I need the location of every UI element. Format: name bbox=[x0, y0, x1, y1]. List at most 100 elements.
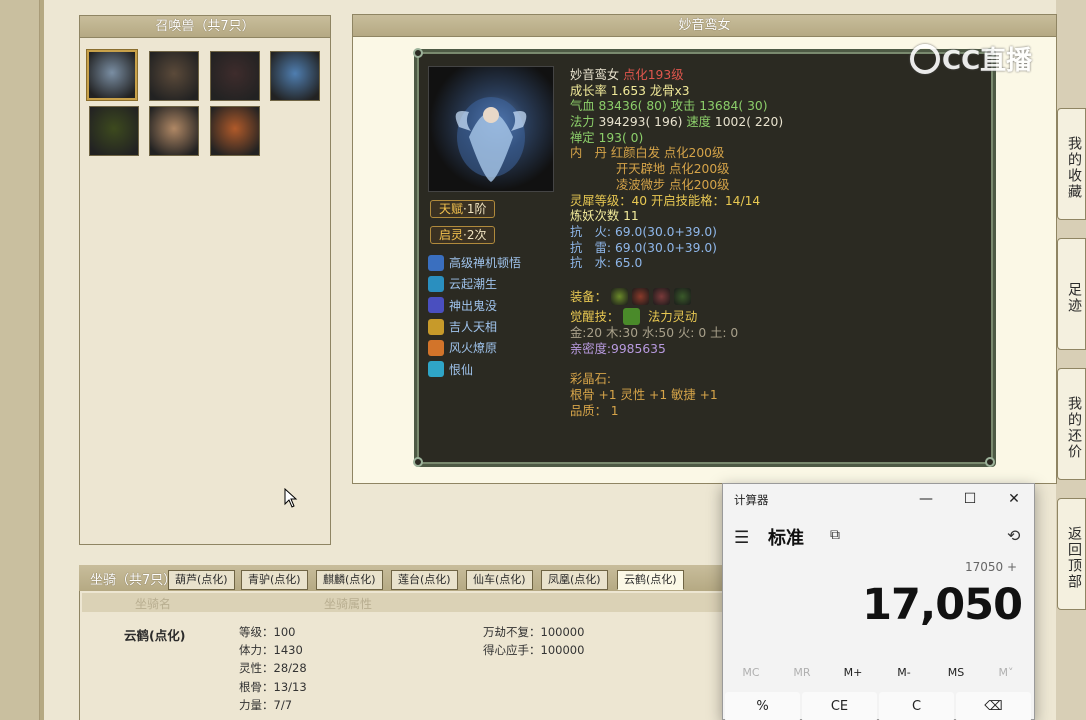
close-button[interactable]: ✕ bbox=[1002, 488, 1026, 510]
pet-stats: 妙音鸾女 点化193级 成长率 1.653 龙骨x3 气血 83436( 80)… bbox=[570, 68, 980, 419]
calculator-display: 17,050 bbox=[862, 580, 1023, 630]
mount-column-header: 坐骑名 坐骑属性 bbox=[82, 593, 776, 612]
pet-portrait bbox=[428, 66, 554, 192]
skill-label: 云起潮生 bbox=[449, 277, 498, 292]
mount-tab[interactable]: 云鹤(点化) bbox=[617, 570, 684, 590]
pet-thumbnail[interactable] bbox=[210, 51, 260, 101]
keep-on-top-icon[interactable]: ⧉ bbox=[830, 527, 840, 543]
pet-thumbnail[interactable] bbox=[149, 51, 199, 101]
mount-tab[interactable]: 仙车(点化) bbox=[466, 570, 533, 590]
resist-fire: 抗 火: 69.0(30.0+39.0) bbox=[570, 224, 717, 239]
mount-attr: 体力：1430 bbox=[239, 643, 303, 658]
ce-key[interactable]: CE bbox=[802, 692, 877, 720]
m-plus-button[interactable]: M+ bbox=[833, 666, 873, 679]
backspace-key[interactable]: ⌫ bbox=[956, 692, 1031, 720]
mount-tab[interactable]: 莲台(点化) bbox=[391, 570, 458, 590]
pet-thumbnail[interactable] bbox=[270, 51, 320, 101]
dianhua-level: 点化193级 bbox=[623, 68, 684, 82]
gem-label: 彩晶石: bbox=[570, 372, 612, 387]
calculator-mode: 标准 bbox=[768, 528, 804, 549]
mp-value: 394293( 196) bbox=[598, 115, 683, 130]
equip-line: 装备： bbox=[570, 287, 980, 308]
quality: 品质： 1 bbox=[570, 403, 619, 418]
intimacy: 亲密度:9985635 bbox=[570, 341, 666, 356]
calculator-title: 计算器 bbox=[734, 493, 769, 507]
qiling-tag-label: 启灵 bbox=[439, 228, 464, 242]
skill-icon bbox=[428, 275, 444, 292]
c-key[interactable]: C bbox=[879, 692, 954, 720]
mount-tab[interactable]: 凤凰(点化) bbox=[541, 570, 608, 590]
skill-icon bbox=[428, 254, 444, 271]
watermark-logo-icon bbox=[910, 43, 940, 74]
skill-label: 高级禅机顿悟 bbox=[449, 256, 522, 271]
skill-label: 神出鬼没 bbox=[449, 298, 498, 313]
pets-panel-title: 召唤兽（共7只） bbox=[80, 16, 330, 38]
equip-label: 装备： bbox=[570, 289, 607, 304]
calculator-window: 计算器 — ☐ ✕ ☰ 标准 ⧉ ⟲ 17050 + 17,050 MC MR … bbox=[722, 483, 1035, 720]
spd-label: 速度 bbox=[686, 115, 711, 130]
mc-button[interactable]: MC bbox=[731, 666, 771, 679]
pet-thumbnail[interactable] bbox=[210, 106, 260, 156]
skill-label: 吉人天相 bbox=[449, 320, 498, 335]
mouse-cursor-icon bbox=[284, 488, 298, 508]
growth-rate: 成长率 1.653 龙骨x3 bbox=[570, 83, 690, 98]
elements: 金:20 木:30 水:50 火: 0 土: 0 bbox=[570, 325, 739, 340]
menu-icon[interactable]: ☰ bbox=[734, 528, 749, 548]
pet-figure-icon bbox=[455, 97, 527, 182]
card-corner-ornament bbox=[413, 48, 423, 58]
atk-label: 攻击 bbox=[670, 99, 696, 114]
skill-item: 恨仙 bbox=[428, 358, 521, 379]
maximize-button[interactable]: ☐ bbox=[958, 488, 982, 510]
neidan-2: 开天辟地 点化200级 bbox=[616, 162, 730, 177]
side-tab-history[interactable]: 足迹 bbox=[1057, 238, 1086, 350]
neidan-1: 红颜白发 点化200级 bbox=[610, 146, 725, 161]
col-mount-attr: 坐骑属性 bbox=[324, 597, 373, 611]
skill-item: 吉人天相 bbox=[428, 316, 521, 337]
neidan-3: 凌波微步 点化200级 bbox=[616, 177, 730, 192]
hp-atk-line: 气血 83436( 80) 攻击 13684( 30) bbox=[570, 99, 980, 115]
neidan-line-1: 内 丹 红颜白发 点化200级 bbox=[570, 146, 980, 162]
pet-thumbnail[interactable] bbox=[89, 106, 139, 156]
watermark-text: CC直播 bbox=[942, 46, 1033, 76]
col-mount-name: 坐骑名 bbox=[135, 597, 172, 611]
skill-list: 高级禅机顿悟 云起潮生 神出鬼没 吉人天相 风火燎原 恨仙 bbox=[428, 252, 521, 380]
mount-name: 云鹤(点化) bbox=[124, 628, 186, 643]
watermark: CC直播 bbox=[910, 40, 1032, 77]
mount-attr: 灵性：28/28 bbox=[239, 661, 307, 676]
mount-attr: 力量：7/7 bbox=[239, 697, 293, 712]
mount-attr: 等级：100 bbox=[239, 625, 296, 639]
m-minus-button[interactable]: M- bbox=[884, 666, 924, 679]
awaken-skill-icon bbox=[623, 307, 641, 325]
side-tab-back-to-top[interactable]: 返回顶部 bbox=[1057, 498, 1086, 610]
mount-tab[interactable]: 青驴(点化) bbox=[241, 570, 308, 590]
mount-extra-attr: 得心应手：100000 bbox=[483, 643, 585, 658]
mount-tab[interactable]: 葫芦(点化) bbox=[168, 570, 235, 590]
ms-button[interactable]: MS bbox=[936, 666, 976, 679]
pet-thumbnail[interactable] bbox=[87, 50, 137, 100]
equip-icon[interactable] bbox=[673, 287, 691, 305]
side-tab-bargain[interactable]: 我的还价 bbox=[1057, 368, 1086, 480]
mount-tab[interactable]: 麒麟(点化) bbox=[316, 570, 383, 590]
detail-panel-title: 妙音鸾女 bbox=[353, 15, 1056, 37]
hp-value: 83436( 80) bbox=[598, 99, 667, 114]
side-tab-favorites[interactable]: 我的收藏 bbox=[1057, 108, 1086, 220]
equip-icon[interactable] bbox=[652, 287, 670, 305]
pet-thumbnail[interactable] bbox=[149, 106, 199, 156]
mount-extra-attrs: 万劫不复：100000 得心应手：100000 bbox=[483, 623, 584, 659]
equip-icon[interactable] bbox=[610, 287, 628, 305]
skill-icon bbox=[428, 318, 444, 335]
left-border bbox=[0, 0, 40, 720]
history-icon[interactable]: ⟲ bbox=[1007, 526, 1020, 545]
skill-icon bbox=[428, 297, 444, 314]
equip-icon[interactable] bbox=[631, 287, 649, 305]
equip-icons bbox=[610, 287, 695, 305]
pet-name: 妙音鸾女 bbox=[570, 68, 620, 82]
minimize-button[interactable]: — bbox=[914, 488, 938, 510]
memory-list-button[interactable]: M˅ bbox=[986, 666, 1026, 679]
calculator-titlebar[interactable]: 计算器 — ☐ ✕ bbox=[723, 484, 1034, 514]
mr-button[interactable]: MR bbox=[782, 666, 822, 679]
spd-value: 1002( 220) bbox=[714, 115, 784, 130]
percent-key[interactable]: % bbox=[725, 692, 800, 720]
